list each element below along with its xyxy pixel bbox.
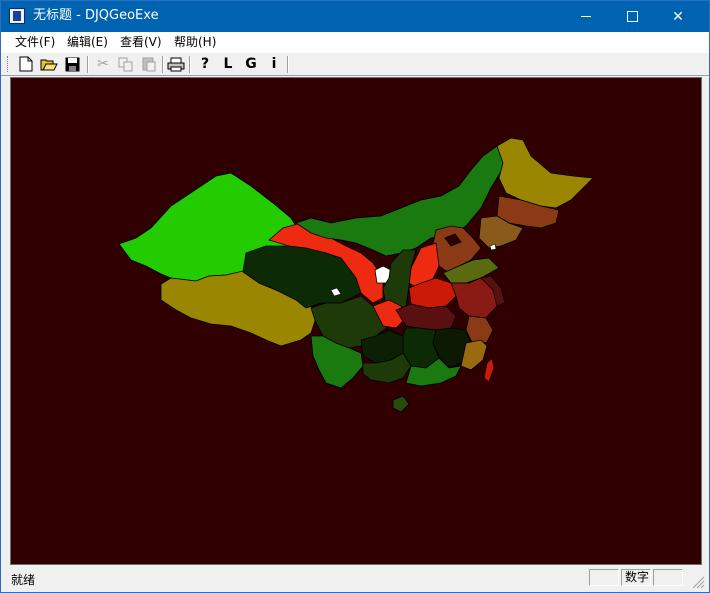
map-view[interactable] bbox=[10, 77, 702, 565]
toolbar: ✂ ? L G i bbox=[1, 52, 709, 76]
open-button[interactable] bbox=[40, 55, 58, 73]
toolbar-separator bbox=[87, 56, 89, 73]
cut-button[interactable]: ✂ bbox=[94, 55, 112, 73]
toolbar-separator bbox=[287, 56, 289, 73]
toolbar-separator bbox=[189, 56, 191, 73]
help-button[interactable]: ? bbox=[196, 55, 214, 73]
map-region[interactable] bbox=[395, 303, 457, 331]
copy-icon bbox=[118, 57, 133, 71]
close-button[interactable]: ✕ bbox=[655, 1, 701, 32]
menu-view[interactable]: 查看(V) bbox=[120, 34, 162, 50]
title-bar[interactable]: 无标题 - DJQGeoExe ✕ bbox=[1, 1, 709, 32]
status-pane-caps bbox=[589, 569, 619, 586]
minimize-button[interactable] bbox=[563, 1, 609, 32]
maximize-icon bbox=[626, 11, 638, 22]
maximize-button[interactable] bbox=[609, 1, 655, 32]
status-bar: 就绪 数字 bbox=[1, 567, 709, 592]
map-region[interactable] bbox=[465, 315, 494, 345]
menu-edit[interactable]: 编辑(E) bbox=[67, 34, 108, 50]
status-pane-num: 数字 bbox=[621, 569, 651, 586]
cut-icon: ✂ bbox=[97, 56, 109, 72]
open-folder-icon bbox=[40, 59, 58, 71]
save-button[interactable] bbox=[63, 55, 81, 73]
menu-help[interactable]: 帮助(H) bbox=[174, 34, 216, 50]
toolbar-grip[interactable] bbox=[7, 56, 10, 72]
menu-bar: 文件(F) 编辑(E) 查看(V) 帮助(H) bbox=[1, 32, 709, 52]
print-icon bbox=[167, 57, 185, 71]
help-icon: ? bbox=[200, 56, 210, 72]
print-button[interactable] bbox=[167, 55, 185, 73]
new-file-button[interactable] bbox=[17, 55, 35, 73]
status-ready: 就绪 bbox=[11, 573, 36, 587]
save-icon bbox=[65, 57, 79, 71]
resize-grip-icon[interactable] bbox=[691, 575, 705, 589]
app-icon[interactable] bbox=[9, 8, 25, 24]
minimize-icon bbox=[581, 16, 591, 17]
map-region[interactable] bbox=[496, 137, 594, 209]
copy-button[interactable] bbox=[117, 55, 135, 73]
toolbar-separator bbox=[162, 56, 164, 73]
map-region[interactable] bbox=[483, 357, 495, 383]
map-region[interactable] bbox=[392, 395, 410, 413]
status-pane-scroll bbox=[653, 569, 683, 586]
g-button[interactable]: G bbox=[242, 55, 260, 73]
l-button[interactable]: L bbox=[219, 55, 237, 73]
new-file-icon bbox=[19, 56, 33, 72]
app-window: 无标题 - DJQGeoExe ✕ 文件(F) 编辑(E) 查看(V) 帮助(H… bbox=[0, 0, 710, 593]
paste-icon bbox=[142, 57, 156, 72]
i-button[interactable]: i bbox=[265, 55, 283, 73]
close-icon: ✕ bbox=[672, 8, 684, 25]
paste-button[interactable] bbox=[140, 55, 158, 73]
window-title: 无标题 - DJQGeoExe bbox=[33, 8, 159, 23]
menu-file[interactable]: 文件(F) bbox=[15, 34, 55, 50]
china-province-map bbox=[118, 137, 594, 413]
